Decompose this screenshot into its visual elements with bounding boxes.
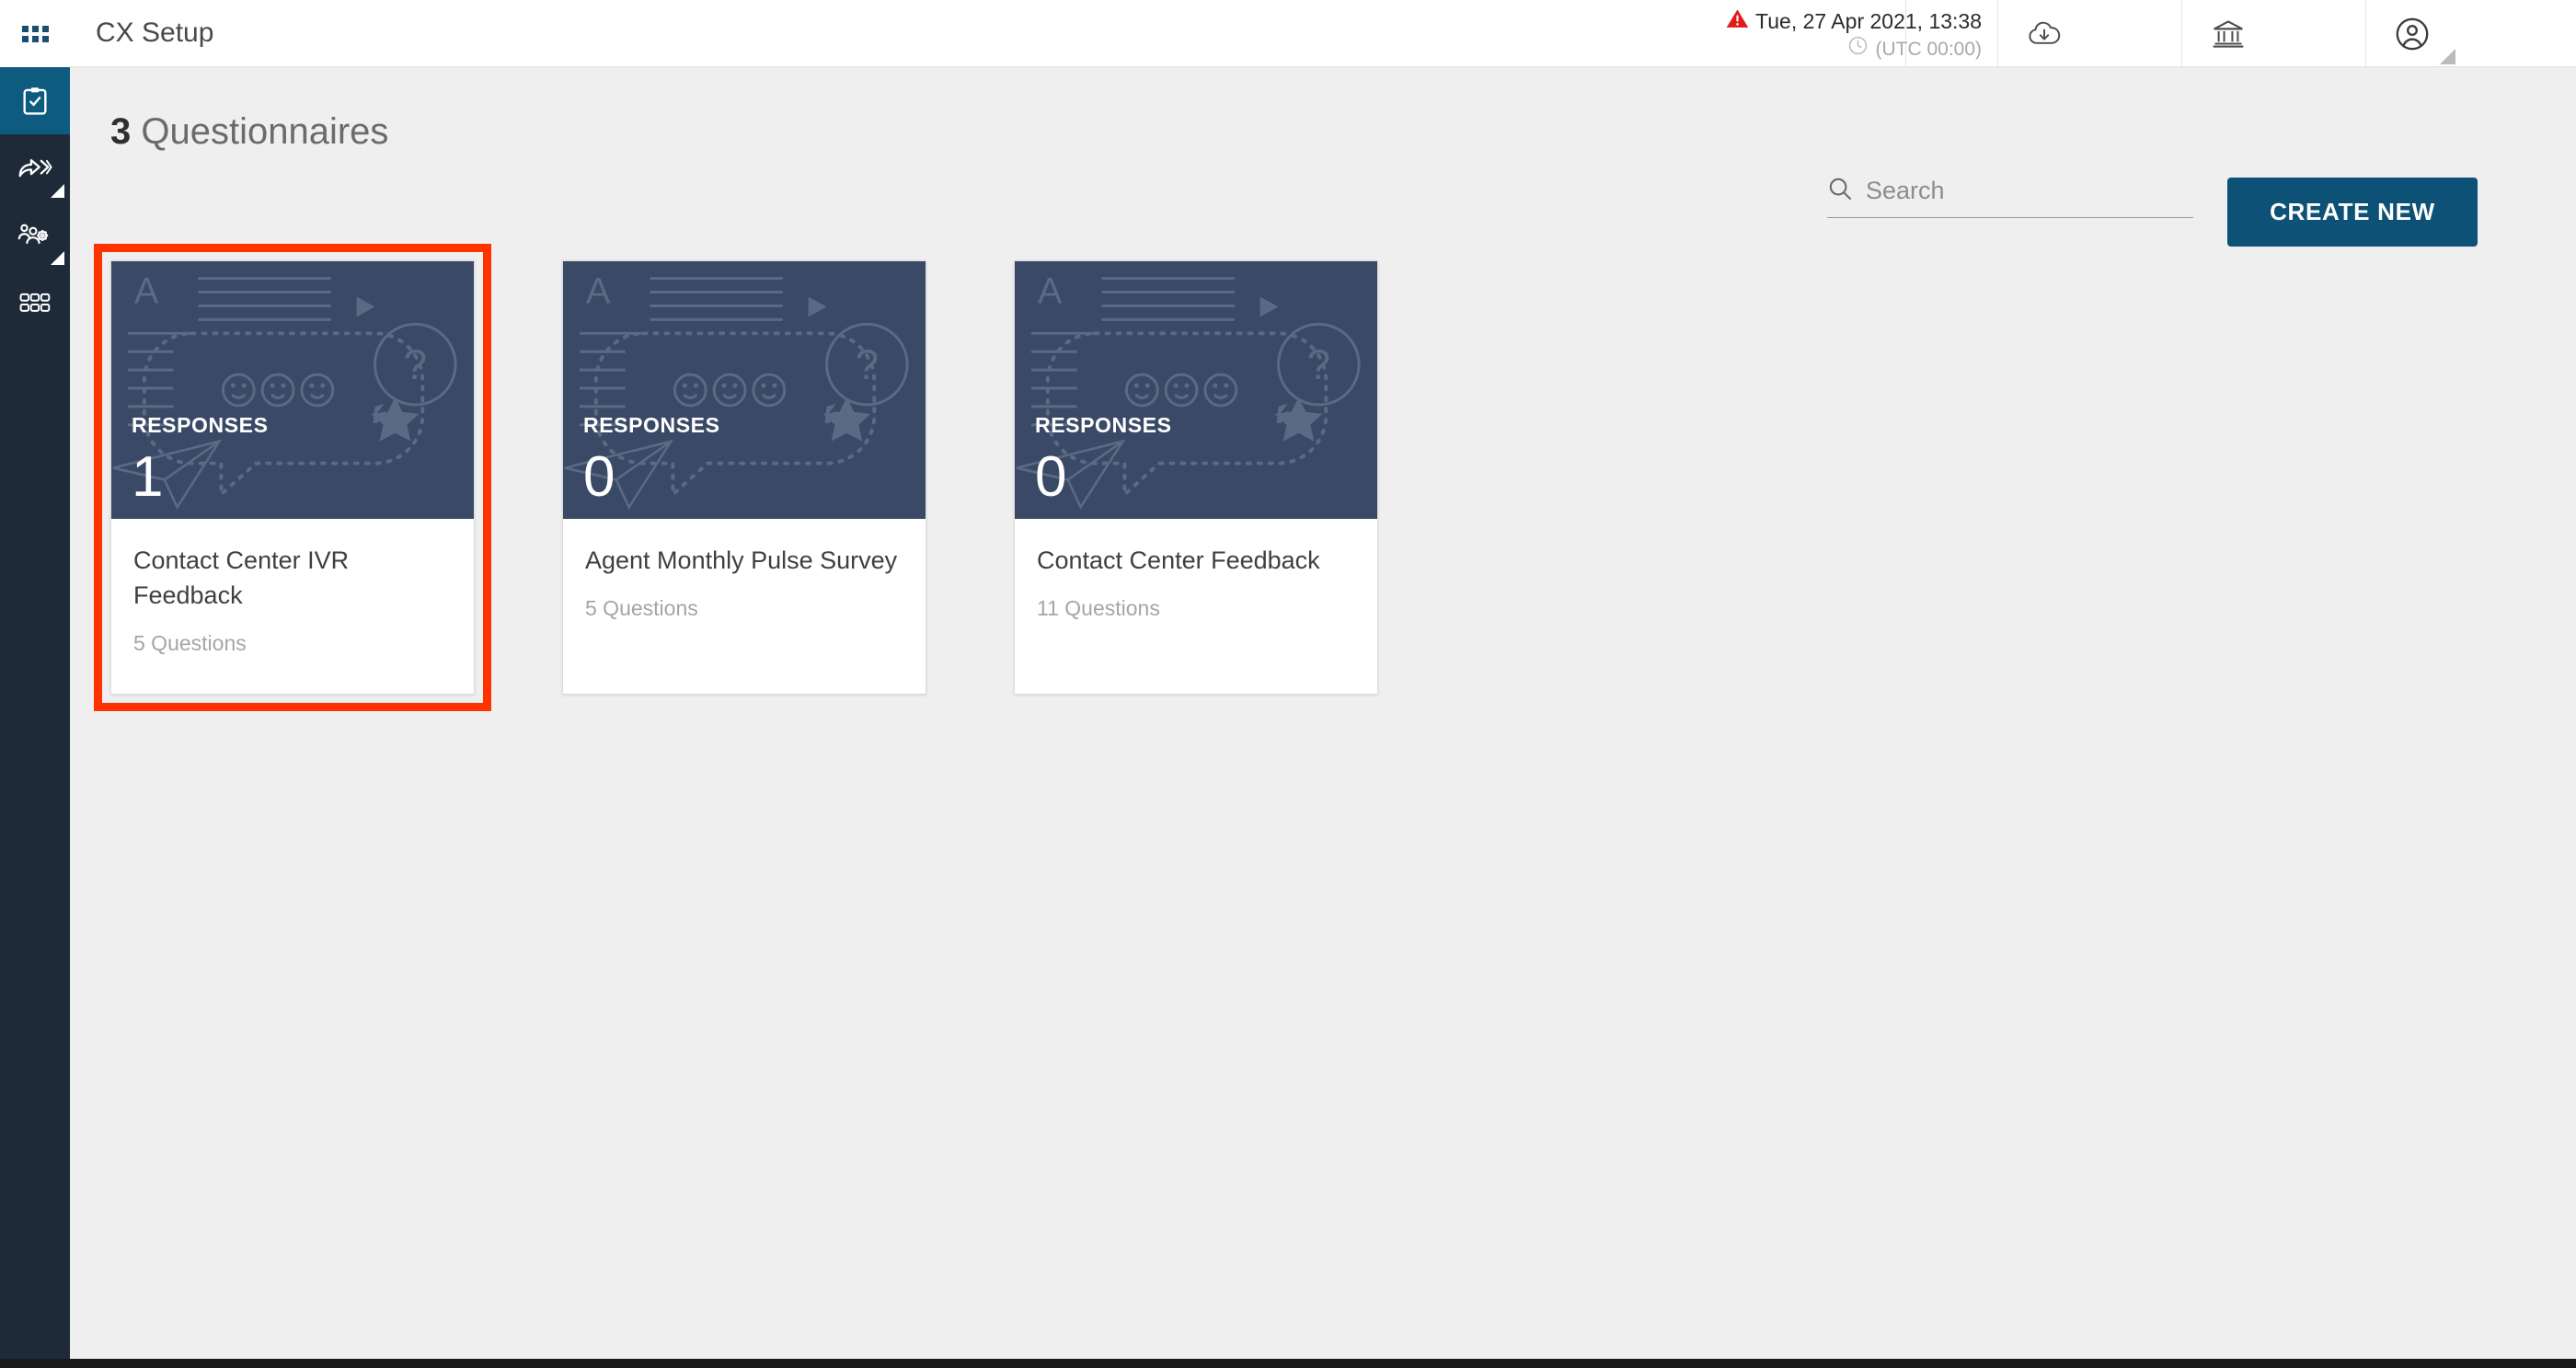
card-body: Contact Center IVR Feedback 5 Questions [111,519,474,694]
app-launcher-button[interactable] [0,0,70,67]
cloud-download-icon [2026,18,2063,50]
search-field[interactable] [1827,176,2193,218]
bottom-bar [0,1359,2576,1368]
card-title: Agent Monthly Pulse Survey [585,546,898,574]
people-gear-icon [17,221,52,250]
search-icon [1827,176,1853,206]
card-title: Contact Center IVR Feedback [133,546,350,609]
timezone-label: (UTC 00:00) [1875,38,1982,60]
responses-label: RESPONSES [132,413,269,437]
card-thumbnail: A [1015,261,1377,519]
application-window: CX Setup Tue, 27 Apr 2021, 13:38 (UTC 00… [0,0,2576,1368]
card-body: Agent Monthly Pulse Survey 5 Questions [563,519,926,694]
share-arrow-icon [17,154,52,183]
cloud-download-button[interactable] [1998,0,2090,67]
responses-count: 1 [132,445,164,509]
search-input[interactable] [1866,177,2169,205]
page-title: CX Setup [96,17,214,48]
questionnaire-card[interactable]: A [562,260,926,695]
questionnaire-card[interactable]: A [1014,260,1378,695]
account-button[interactable] [2366,0,2458,67]
svg-text:A: A [1038,270,1063,311]
questionnaire-heading-label: Questionnaires [141,111,389,152]
warning-triangle-icon [1726,7,1749,35]
responses-count: 0 [583,445,615,509]
card-body: Contact Center Feedback 11 Questions [1015,519,1377,694]
svg-text:A: A [586,270,611,311]
questionnaire-card[interactable]: A [94,244,491,711]
create-new-button[interactable]: CREATE NEW [2227,178,2478,247]
svg-text:?: ? [1307,341,1330,388]
responses-label: RESPONSES [583,413,720,437]
sidebar-item-distribution[interactable] [0,134,70,201]
card-questions-count: 5 Questions [133,631,247,655]
questionnaire-illustration-icon: A ? [564,270,909,511]
responses-count: 0 [1035,445,1067,509]
resize-handle-icon[interactable] [2440,49,2455,64]
user-circle-icon [2395,17,2430,52]
datetime-block: Tue, 27 Apr 2021, 13:38 (UTC 00:00) [1678,0,1998,67]
submenu-indicator-icon [51,251,64,265]
questionnaires-heading: 3 Questionnaires [110,111,388,153]
card-questions-count: 11 Questions [1037,596,1160,620]
questionnaire-illustration-icon: A ? [1016,270,1361,511]
card-thumbnail: A [563,261,926,519]
clock-icon [1847,35,1869,63]
sidebar-item-questionnaires[interactable] [0,67,70,134]
grid-matrix-icon [19,292,51,314]
main-content: 3 Questionnaires CREATE NEW A [70,67,2576,1355]
card-thumbnail: A [111,261,474,519]
clipboard-check-icon [19,85,51,118]
svg-text:?: ? [404,341,427,388]
svg-text:A: A [134,270,159,311]
sidebar-item-administration[interactable] [0,201,70,269]
organisation-button[interactable] [2182,0,2274,67]
questionnaire-card-grid: A ? RESPONSES 1 Contact Center IVR Feedb… [94,244,2502,711]
card-title: Contact Center Feedback [1037,546,1320,574]
app-grid-icon [21,25,49,42]
submenu-indicator-icon [51,184,64,198]
current-datetime: Tue, 27 Apr 2021, 13:38 [1755,9,1982,33]
svg-text:?: ? [856,341,879,388]
responses-label: RESPONSES [1035,413,1172,437]
sidebar-item-modules[interactable] [0,269,70,336]
left-sidebar [0,0,70,1368]
questionnaire-illustration-icon: A ? [112,270,457,511]
bank-icon [2212,18,2245,50]
top-header: CX Setup Tue, 27 Apr 2021, 13:38 (UTC 00… [70,0,2576,67]
questionnaire-count: 3 [110,111,132,152]
card-questions-count: 5 Questions [585,596,698,620]
